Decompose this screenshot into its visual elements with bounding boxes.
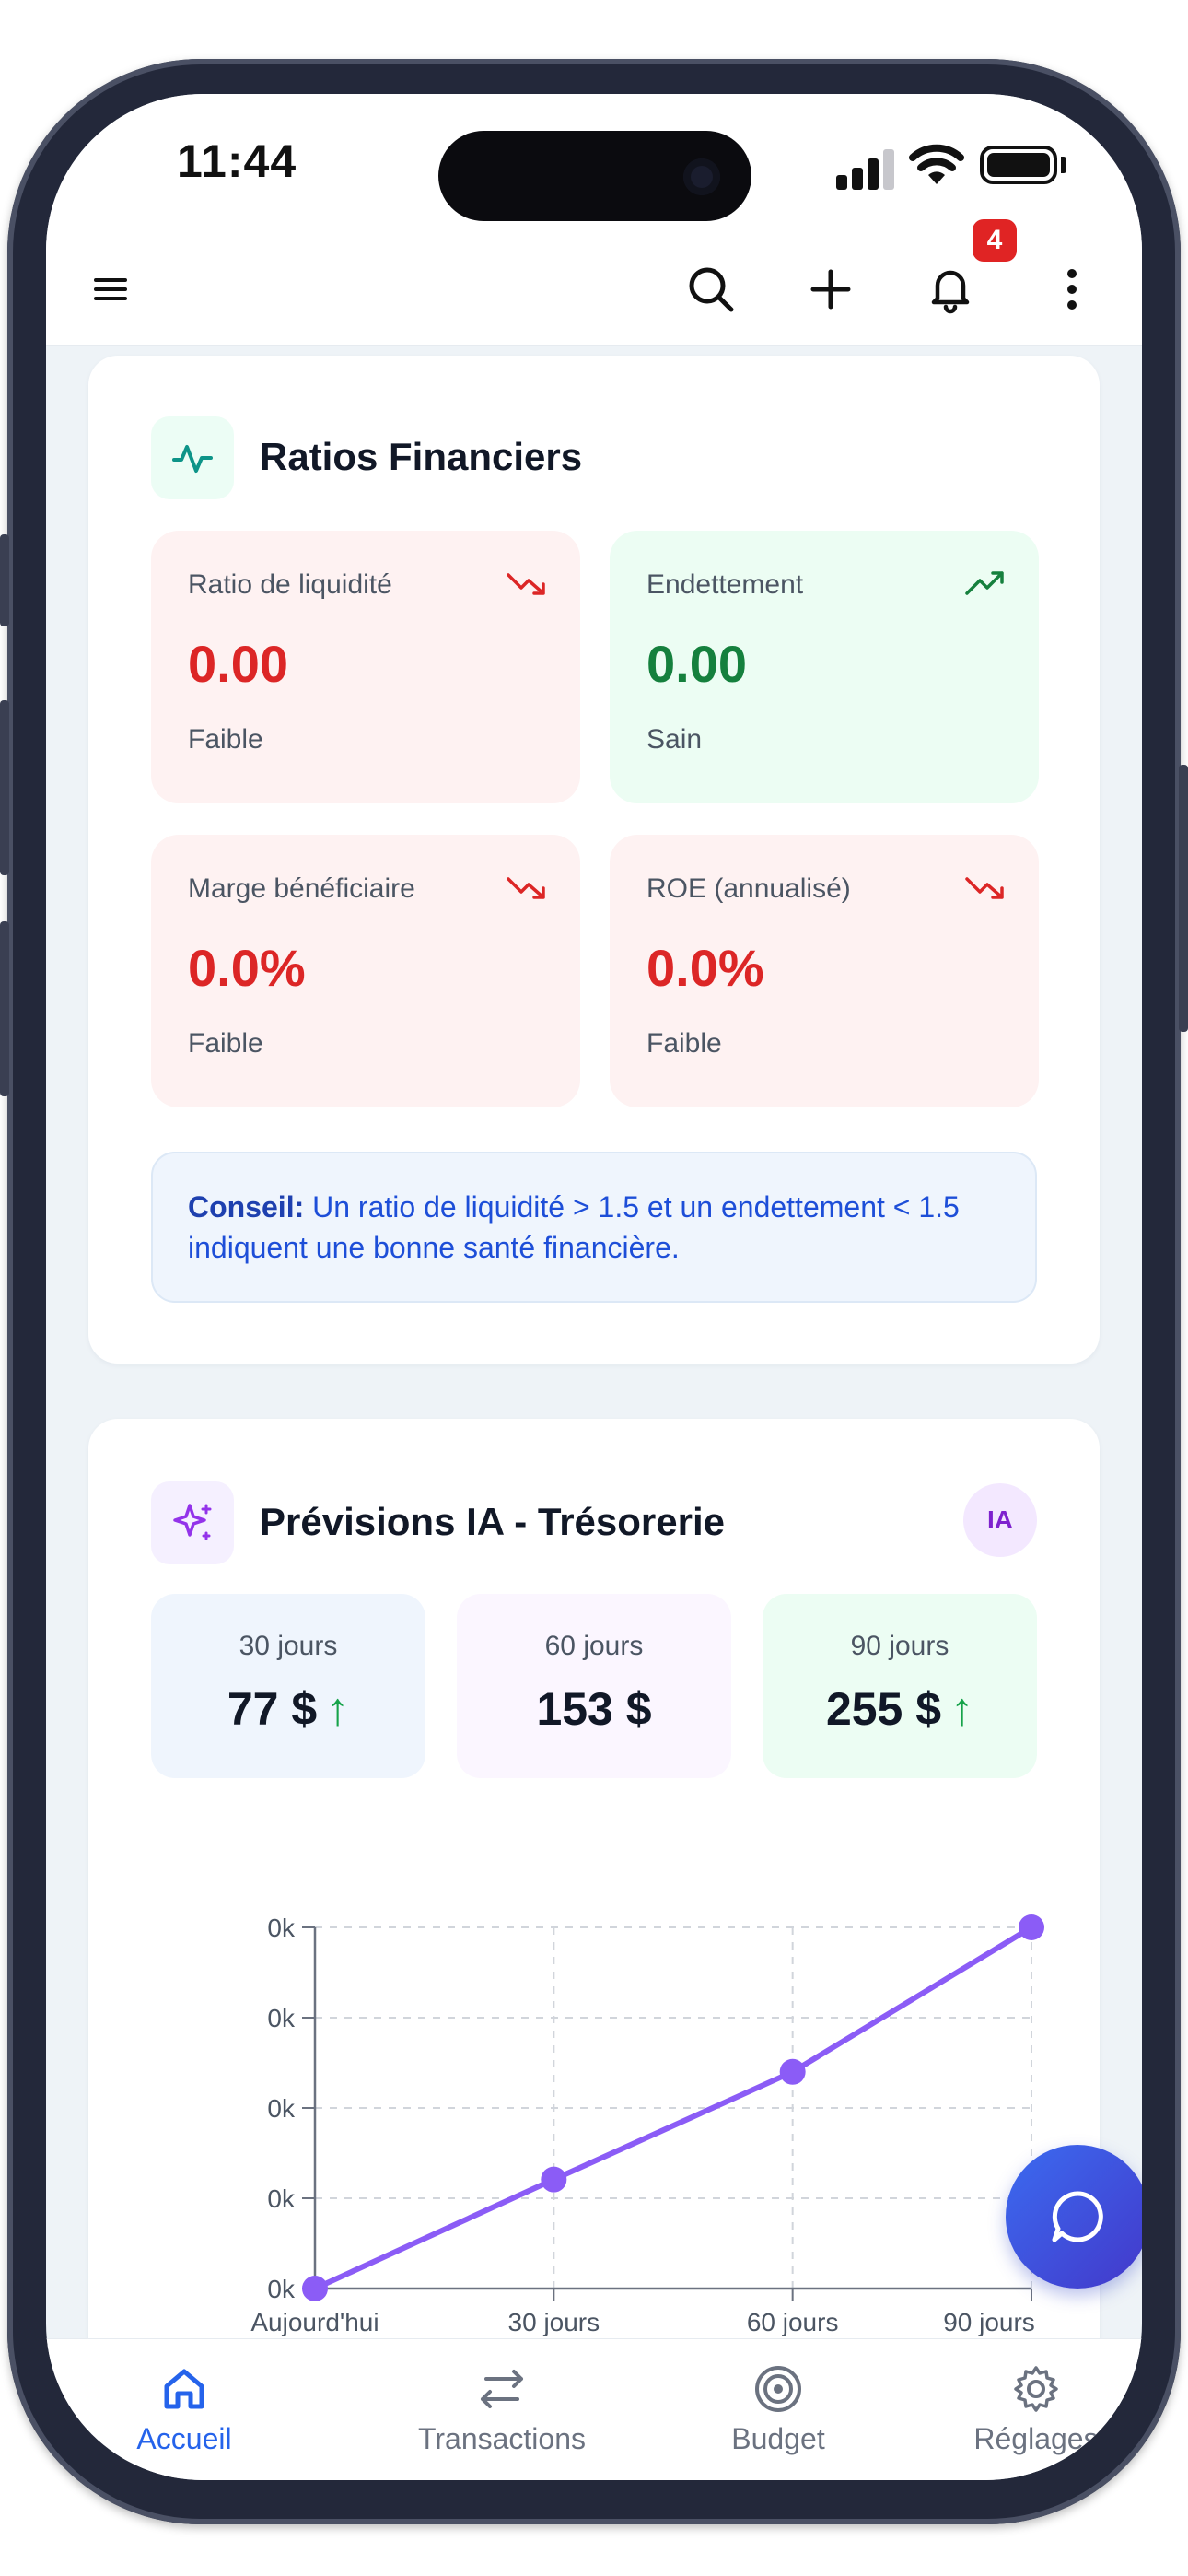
data-point xyxy=(1019,1914,1044,1940)
advice-box: Conseil: Un ratio de liquidité > 1.5 et … xyxy=(151,1152,1037,1303)
activity-icon xyxy=(172,445,213,473)
ratios-title: Ratios Financiers xyxy=(260,435,583,478)
data-point xyxy=(779,2058,806,2085)
x-tick-label: Aujourd'hui xyxy=(250,2308,379,2336)
bottom-nav: Accueil Transactions Budget Réglages xyxy=(46,2338,1142,2480)
trending-down-icon xyxy=(965,877,1004,899)
ratio-value: 0.00 xyxy=(188,635,288,693)
nav-item-budget[interactable]: Budget xyxy=(691,2339,866,2480)
notifications-button[interactable] xyxy=(921,260,980,319)
ratio-status: Faible xyxy=(188,724,263,755)
more-vertical-icon xyxy=(1067,269,1077,310)
ratio-tile-liquidity: Ratio de liquidité 0.00 Faible xyxy=(151,531,580,803)
ratio-status: Sain xyxy=(646,724,703,755)
chat-bubble-icon xyxy=(1052,2191,1103,2242)
y-tick-label: 0k xyxy=(267,2094,296,2123)
data-point xyxy=(541,2166,567,2193)
ratio-tile-margin: Marge bénéficiaire 0.0% Faible xyxy=(151,835,580,1107)
ratio-label: ROE (annualisé) xyxy=(646,873,851,904)
ratio-value: 0.0% xyxy=(188,939,306,997)
side-button xyxy=(0,700,9,875)
nav-item-reglages[interactable]: Réglages xyxy=(939,2339,1133,2480)
ratio-value: 0.00 xyxy=(646,635,747,693)
forecast-card: Prévisions IA - Trésorerie IA 30 jours 7… xyxy=(88,1419,1100,2432)
side-button xyxy=(0,921,9,1096)
side-button xyxy=(1179,765,1188,1032)
search-icon xyxy=(689,267,734,312)
search-button[interactable] xyxy=(681,260,740,319)
nav-label: Budget xyxy=(731,2422,825,2455)
ratio-status: Faible xyxy=(188,1028,263,1059)
status-bar: 11:44 xyxy=(46,94,1142,232)
advice-text: Un ratio de liquidité > 1.5 et un endett… xyxy=(188,1190,960,1264)
ratio-value: 0.0% xyxy=(646,939,764,997)
status-time: 11:44 xyxy=(177,135,297,187)
menu-button[interactable] xyxy=(81,260,140,319)
hamburger-icon xyxy=(94,278,127,300)
y-tick-label: 0k xyxy=(267,1914,296,1942)
nav-item-accueil[interactable]: Accueil xyxy=(101,2339,267,2480)
battery-icon xyxy=(980,146,1057,184)
target-icon xyxy=(752,2363,804,2415)
advice-label: Conseil: xyxy=(188,1190,305,1224)
arrows-left-right-icon xyxy=(476,2363,528,2415)
ratio-label: Ratio de liquidité xyxy=(188,569,392,600)
forecast-line-chart: 0k 0k 0k 0k 0k Aujourd'hui 30 jours 60 jours 90 … xyxy=(250,1914,1044,2336)
chat-fab-button[interactable] xyxy=(1006,2145,1142,2289)
ratios-card: Ratios Financiers Ratio de liquidité 0.0… xyxy=(88,356,1100,1364)
cellular-signal-icon xyxy=(836,149,894,190)
x-tick-label: 90 jours xyxy=(943,2308,1035,2336)
ratio-tile-debt: Endettement 0.00 Sain xyxy=(610,531,1039,803)
nav-label: Transactions xyxy=(418,2422,586,2455)
trending-up-icon xyxy=(965,571,1004,595)
data-point xyxy=(302,2276,328,2301)
gear-icon xyxy=(1010,2363,1062,2415)
trending-down-icon xyxy=(507,573,545,595)
ratio-label: Endettement xyxy=(646,569,804,600)
notification-count-badge: 4 xyxy=(973,219,1017,262)
y-tick-label: 0k xyxy=(267,2004,296,2032)
ratio-label: Marge bénéficiaire xyxy=(188,873,415,904)
y-tick-label: 0k xyxy=(267,2184,296,2213)
y-tick-label: 0k xyxy=(267,2275,296,2303)
plus-icon xyxy=(810,269,851,310)
side-button xyxy=(0,534,9,626)
nav-label: Accueil xyxy=(136,2422,232,2455)
camera-icon xyxy=(683,158,720,195)
nav-label: Réglages xyxy=(973,2422,1099,2455)
ratio-tile-roe: ROE (annualisé) 0.0% Faible xyxy=(610,835,1039,1107)
phone-screen: 11:44 4 Ratios Financiers Ratio de liqui… xyxy=(46,94,1142,2480)
nav-item-transactions[interactable]: Transactions xyxy=(378,2339,626,2480)
bell-icon xyxy=(931,270,970,314)
dynamic-island xyxy=(438,131,751,221)
home-icon xyxy=(158,2363,210,2415)
wifi-icon xyxy=(909,144,964,184)
ratio-status: Faible xyxy=(646,1028,722,1059)
more-options-button[interactable] xyxy=(1042,260,1101,319)
x-tick-label: 30 jours xyxy=(508,2308,600,2336)
battery-tip xyxy=(1061,157,1066,173)
add-button[interactable] xyxy=(801,260,860,319)
trending-down-icon xyxy=(507,877,545,899)
activity-icon-box xyxy=(151,416,234,499)
x-tick-label: 60 jours xyxy=(747,2308,839,2336)
